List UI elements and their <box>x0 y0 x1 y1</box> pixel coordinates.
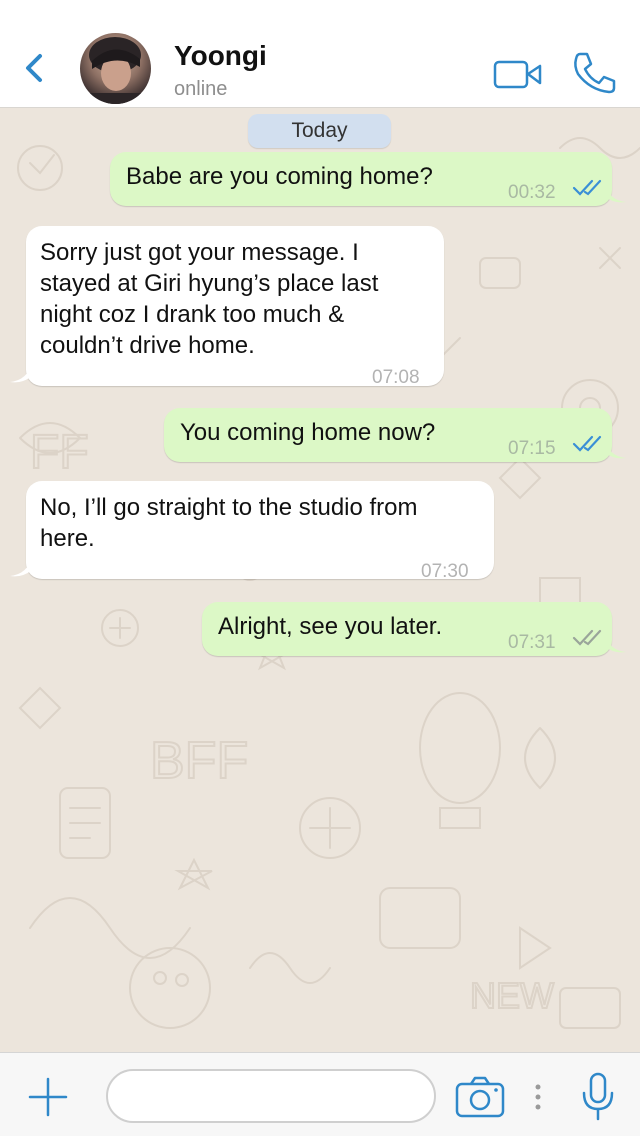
more-options-button[interactable] <box>530 1077 546 1117</box>
more-dots-icon <box>535 1084 541 1110</box>
message-input-bar <box>0 1052 640 1136</box>
message-bubble-outgoing[interactable]: Babe are you coming home? 00:32 <box>110 152 612 206</box>
chat-area[interactable]: FF BFF NEW Today Babe are you coming hom… <box>0 108 640 1052</box>
message-text: Sorry just got your message. I stayed at… <box>40 239 379 359</box>
voice-call-button[interactable] <box>570 50 618 96</box>
read-receipt-icon <box>572 179 602 196</box>
attach-button[interactable] <box>24 1073 72 1121</box>
message-time: 07:08 <box>372 367 420 388</box>
back-chevron-icon <box>26 54 42 82</box>
contact-avatar[interactable] <box>80 33 151 104</box>
message-time: 07:15 <box>508 438 556 459</box>
message-bubble-outgoing[interactable]: Alright, see you later. 07:31 <box>202 602 612 656</box>
message-text: You coming home now? <box>180 419 436 446</box>
back-button[interactable] <box>18 48 52 88</box>
message-text: No, I’ll go straight to the studio from … <box>40 494 418 552</box>
contact-status: online <box>174 78 228 100</box>
phone-icon <box>574 52 616 94</box>
voice-message-button[interactable] <box>580 1071 616 1123</box>
camera-icon <box>455 1076 505 1118</box>
bubble-tail <box>604 182 626 203</box>
message-bubble-incoming[interactable]: Sorry just got your message. I stayed at… <box>26 226 444 388</box>
svg-text:FF: FF <box>30 426 89 479</box>
video-camera-icon <box>493 60 542 89</box>
microphone-icon <box>582 1072 614 1121</box>
message-bubble-incoming[interactable]: No, I’ll go straight to the studio from … <box>26 481 494 582</box>
bubble-tail <box>604 632 626 653</box>
bubble-tail <box>604 438 626 459</box>
plus-icon <box>28 1077 68 1117</box>
bubble-tail <box>10 556 32 577</box>
contact-name[interactable]: Yoongi <box>174 40 267 72</box>
bubble-tail <box>10 362 32 383</box>
camera-button[interactable] <box>454 1075 506 1119</box>
svg-text:BFF: BFF <box>150 732 248 790</box>
message-input[interactable] <box>106 1069 436 1123</box>
chat-header: Yoongi online <box>0 0 640 108</box>
message-time: 00:32 <box>508 182 556 203</box>
delivered-receipt-icon <box>572 629 602 646</box>
read-receipt-icon <box>572 435 602 452</box>
date-divider: Today <box>248 114 391 148</box>
message-text: Babe are you coming home? <box>126 163 433 190</box>
video-call-button[interactable] <box>492 56 544 92</box>
svg-text:NEW: NEW <box>470 975 554 1016</box>
message-time: 07:30 <box>421 561 469 582</box>
message-bubble-outgoing[interactable]: You coming home now? 07:15 <box>164 408 612 462</box>
message-text: Alright, see you later. <box>218 613 443 640</box>
message-time: 07:31 <box>508 632 556 653</box>
